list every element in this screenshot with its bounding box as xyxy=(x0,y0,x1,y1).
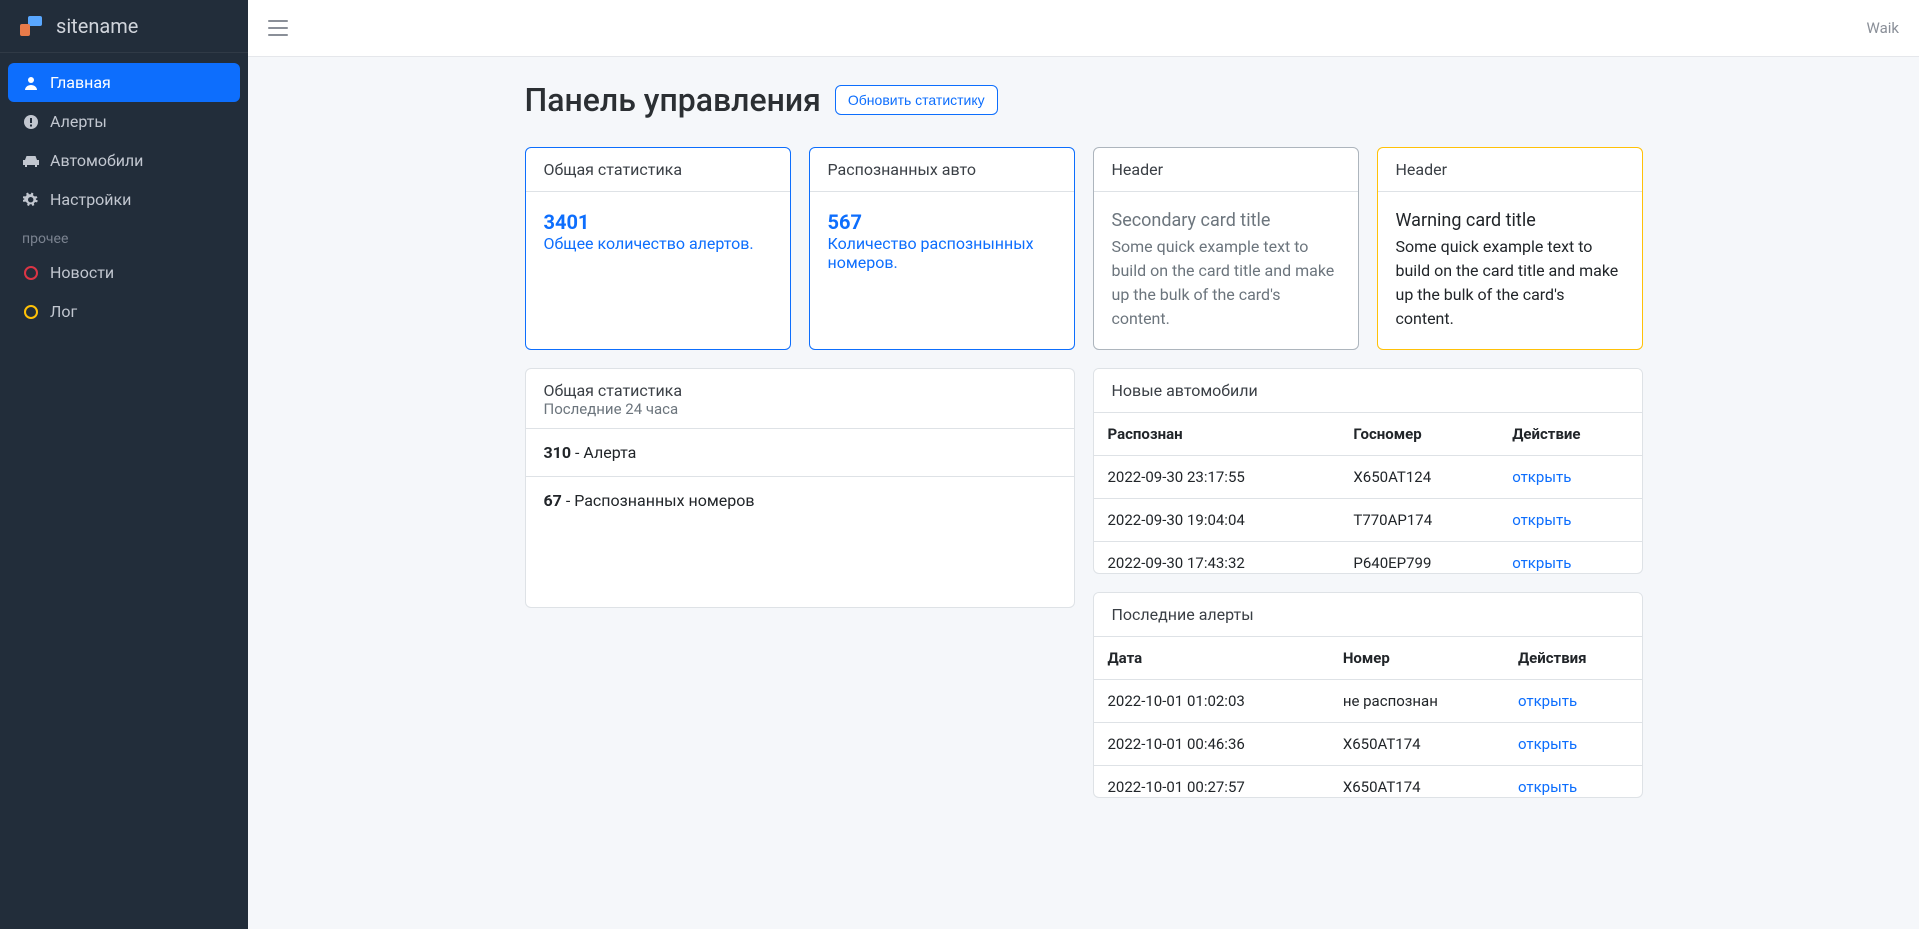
summary-label: - Алерта xyxy=(571,443,636,462)
stat-value: 567 xyxy=(828,210,1056,234)
table-row: 2022-10-01 00:46:36 Х650АТ174 открыть xyxy=(1094,723,1642,766)
sidebar-item-news[interactable]: Новости xyxy=(8,253,240,292)
table-row: 2022-10-01 01:02:03 не распознан открыть xyxy=(1094,680,1642,723)
table-row: 2022-09-30 19:04:04 Т770АР174 открыть xyxy=(1094,499,1642,542)
stat-card-secondary: Header Secondary card title Some quick e… xyxy=(1093,147,1359,350)
content: Панель управления Обновить статистику Об… xyxy=(525,57,1643,838)
toggle-sidebar-button[interactable] xyxy=(268,20,288,36)
cell-time: 2022-10-01 00:46:36 xyxy=(1094,723,1329,766)
cell-time: 2022-09-30 23:17:55 xyxy=(1094,456,1340,499)
sidebar-item-label: Алерты xyxy=(50,112,107,131)
open-link[interactable]: открыть xyxy=(1512,511,1571,529)
card-header: Общая статистика xyxy=(544,381,1056,400)
card-header: Header xyxy=(1378,148,1642,192)
sidebar-item-cars[interactable]: Автомобили xyxy=(8,141,240,180)
summary-24h-card: Общая статистика Последние 24 часа 310 -… xyxy=(525,368,1075,608)
stat-card-recognized: Распознанных авто 567 Количество распозн… xyxy=(809,147,1075,350)
page-title: Панель управления xyxy=(525,81,821,119)
sidebar-item-alerts[interactable]: Алерты xyxy=(8,102,240,141)
alert-icon xyxy=(22,113,40,131)
col-header: Действия xyxy=(1504,637,1642,680)
card-header: Новые автомобили xyxy=(1094,369,1642,413)
card-header: Header xyxy=(1094,148,1358,192)
cell-plate: не распознан xyxy=(1329,680,1504,723)
cell-time: 2022-09-30 19:04:04 xyxy=(1094,499,1340,542)
col-header: Номер xyxy=(1329,637,1504,680)
summary-value: 310 xyxy=(544,443,572,462)
refresh-stats-button[interactable]: Обновить статистику xyxy=(835,85,998,115)
cell-plate: Р640ЕР799 xyxy=(1339,542,1498,574)
cell-plate: Х650АТ174 xyxy=(1329,723,1504,766)
card-text: Some quick example text to build on the … xyxy=(1112,235,1340,331)
main: Waik Панель управления Обновить статисти… xyxy=(248,0,1919,929)
cell-plate: Х650АТ174 xyxy=(1329,766,1504,798)
summary-row: 310 - Алерта xyxy=(526,428,1074,476)
recent-alerts-card: Последние алерты Дата Номер Действия 202… xyxy=(1093,592,1643,798)
summary-label: - Распознанных номеров xyxy=(562,491,755,510)
col-header: Действие xyxy=(1498,413,1641,456)
stat-value: 3401 xyxy=(544,210,772,234)
card-subheader: Последние 24 часа xyxy=(544,400,1056,418)
stat-cards-row: Общая статистика 3401 Общее количество а… xyxy=(525,147,1643,350)
summary-value: 67 xyxy=(544,491,562,510)
sidebar: sitename Главная Алерты Автомобили Настр… xyxy=(0,0,248,929)
recent-alerts-table: Дата Номер Действия 2022-10-01 01:02:03 … xyxy=(1094,637,1642,797)
stat-card-warning: Header Warning card title Some quick exa… xyxy=(1377,147,1643,350)
sidebar-item-label: Настройки xyxy=(50,190,131,209)
sidebar-section-label: прочее xyxy=(8,219,240,253)
card-header: Общая статистика xyxy=(526,148,790,192)
nav-primary: Главная Алерты Автомобили Настройки проч… xyxy=(0,53,248,341)
sidebar-item-home[interactable]: Главная xyxy=(8,63,240,102)
table-row: 2022-09-30 17:43:32 Р640ЕР799 открыть xyxy=(1094,542,1642,574)
username-menu[interactable]: Waik xyxy=(1867,19,1899,37)
sidebar-item-label: Автомобили xyxy=(50,151,143,170)
summary-row: 67 - Распознанных номеров xyxy=(526,476,1074,524)
open-link[interactable]: открыть xyxy=(1512,554,1571,572)
circle-red-icon xyxy=(22,264,40,282)
circle-yellow-icon xyxy=(22,303,40,321)
sidebar-item-settings[interactable]: Настройки xyxy=(8,180,240,219)
stat-card-total: Общая статистика 3401 Общее количество а… xyxy=(525,147,791,350)
cell-time: 2022-10-01 01:02:03 xyxy=(1094,680,1329,723)
sidebar-item-label: Новости xyxy=(50,263,114,282)
table-row: 2022-09-30 23:17:55 Х650АТ124 открыть xyxy=(1094,456,1642,499)
cell-time: 2022-10-01 00:27:57 xyxy=(1094,766,1329,798)
open-link[interactable]: открыть xyxy=(1518,778,1577,796)
col-header: Дата xyxy=(1094,637,1329,680)
new-cars-table-scroll[interactable]: Распознан Госномер Действие 2022-09-30 2… xyxy=(1094,413,1642,573)
recent-alerts-table-scroll[interactable]: Дата Номер Действия 2022-10-01 01:02:03 … xyxy=(1094,637,1642,797)
col-header: Госномер xyxy=(1339,413,1498,456)
card-header: Распознанных авто xyxy=(810,148,1074,192)
sidebar-item-log[interactable]: Лог xyxy=(8,292,240,331)
new-cars-table: Распознан Госномер Действие 2022-09-30 2… xyxy=(1094,413,1642,573)
card-text: Some quick example text to build on the … xyxy=(1396,235,1624,331)
open-link[interactable]: открыть xyxy=(1512,468,1571,486)
lower-row: Общая статистика Последние 24 часа 310 -… xyxy=(525,368,1643,798)
stat-desc: Общее количество алертов. xyxy=(544,234,772,253)
user-icon xyxy=(22,74,40,92)
cell-plate: Т770АР174 xyxy=(1339,499,1498,542)
brand-title: sitename xyxy=(56,14,138,38)
table-row: 2022-10-01 00:27:57 Х650АТ174 открыть xyxy=(1094,766,1642,798)
col-header: Распознан xyxy=(1094,413,1340,456)
sidebar-item-label: Главная xyxy=(50,73,111,92)
page-header: Панель управления Обновить статистику xyxy=(525,81,1643,119)
topbar: Waik xyxy=(248,0,1919,57)
car-icon xyxy=(22,152,40,170)
cell-time: 2022-09-30 17:43:32 xyxy=(1094,542,1340,574)
sidebar-item-label: Лог xyxy=(50,302,77,321)
card-header: Последние алерты xyxy=(1094,593,1642,637)
card-title: Secondary card title xyxy=(1112,210,1340,231)
open-link[interactable]: открыть xyxy=(1518,692,1577,710)
new-cars-card: Новые автомобили Распознан Госномер Дейс… xyxy=(1093,368,1643,574)
stat-desc: Количество распознынных номеров. xyxy=(828,234,1056,272)
brand-logo-icon xyxy=(18,14,46,38)
card-title: Warning card title xyxy=(1396,210,1624,231)
open-link[interactable]: открыть xyxy=(1518,735,1577,753)
brand: sitename xyxy=(0,0,248,53)
gear-icon xyxy=(22,191,40,209)
cell-plate: Х650АТ124 xyxy=(1339,456,1498,499)
